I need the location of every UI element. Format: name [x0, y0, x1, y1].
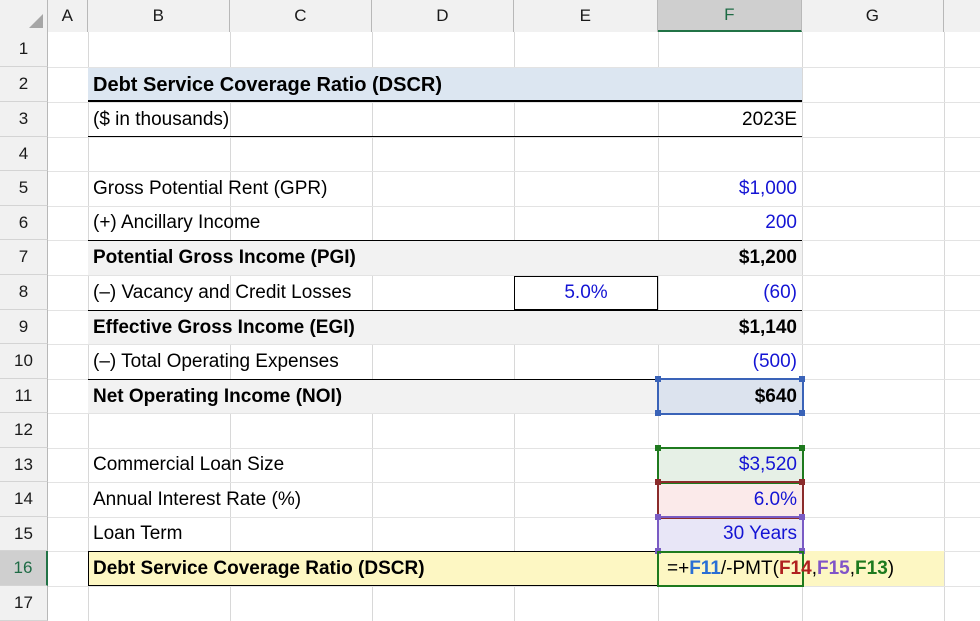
- row-label-opex: (–) Total Operating Expenses: [93, 350, 339, 372]
- formula-token-1: F11: [689, 557, 721, 579]
- row-header-10[interactable]: 10: [0, 344, 48, 379]
- formula-token-8: ): [887, 557, 895, 579]
- gridline-row-16-17: [48, 586, 980, 587]
- column-header-f[interactable]: F: [658, 0, 802, 32]
- select-all-corner[interactable]: [0, 0, 48, 32]
- row-value-noi[interactable]: $640: [659, 380, 802, 413]
- row-header-12[interactable]: 12: [0, 413, 48, 448]
- row-label-noi: Net Operating Income (NOI): [93, 385, 343, 407]
- period-header: 2023E: [742, 108, 797, 130]
- column-header-d[interactable]: D: [372, 0, 514, 32]
- row-label-ancillary-income: (+) Ancillary Income: [93, 212, 261, 233]
- row-label-loan-size: Commercial Loan Size: [93, 454, 285, 475]
- row-header-14[interactable]: 14: [0, 482, 48, 517]
- column-header-e[interactable]: E: [514, 0, 658, 32]
- row-header-5[interactable]: 5: [0, 171, 48, 206]
- formula-token-3: F14: [778, 557, 812, 579]
- row-header-9[interactable]: 9: [0, 310, 48, 344]
- row-value-pgi[interactable]: $1,200: [659, 241, 802, 275]
- handle-f14-tr[interactable]: [799, 479, 805, 485]
- row-value-gpr[interactable]: $1,000: [659, 171, 802, 206]
- row-label-dscr: Debt Service Coverage Ratio (DSCR): [93, 557, 425, 579]
- row-value-loan-term[interactable]: 30 Years: [659, 517, 802, 551]
- formula-edit-text[interactable]: =+ F11/-PMT(F14, F15, F13): [662, 551, 962, 586]
- formula-token-0: =+: [667, 557, 690, 579]
- row-header-13[interactable]: 13: [0, 448, 48, 482]
- row-label-gpr: Gross Potential Rent (GPR): [93, 177, 328, 199]
- row-header-16[interactable]: 16: [0, 551, 48, 586]
- handle-f11-br[interactable]: [799, 410, 805, 416]
- row-value-interest-rate[interactable]: 6.0%: [659, 482, 802, 517]
- vacancy-rate-value[interactable]: 5.0%: [514, 275, 658, 310]
- row-header-15[interactable]: 15: [0, 517, 48, 551]
- handle-f15-tl[interactable]: [655, 514, 661, 520]
- handle-f14-tl[interactable]: [655, 479, 661, 485]
- row-value-vacancy[interactable]: (60): [659, 275, 802, 310]
- gridline-col-f-g: [802, 32, 803, 621]
- handle-f13-tl[interactable]: [655, 445, 661, 451]
- row-value-loan-size[interactable]: $3,520: [659, 448, 802, 482]
- select-all-triangle-icon: [29, 14, 43, 28]
- row-label-pgi: Potential Gross Income (PGI): [93, 247, 356, 268]
- row-label-loan-term: Loan Term: [93, 523, 183, 544]
- row-header-1[interactable]: 1: [0, 32, 48, 67]
- row-header-11[interactable]: 11: [0, 379, 48, 413]
- handle-f13-tr[interactable]: [799, 445, 805, 451]
- gridline-row-11-12: [48, 413, 980, 414]
- row-label-vacancy: (–) Vacancy and Credit Losses: [93, 281, 352, 303]
- handle-f11-tr[interactable]: [799, 376, 805, 382]
- gridline-row-3-4: [48, 137, 980, 138]
- spreadsheet-grid[interactable]: A B C D E F G 1 2 3 4 5 6 7 8 9 10 11 12…: [0, 0, 980, 621]
- row-header-7[interactable]: 7: [0, 240, 48, 275]
- row-header-17[interactable]: 17: [0, 586, 48, 621]
- units-label: ($ in thousands): [93, 108, 230, 130]
- handle-f11-bl[interactable]: [655, 410, 661, 416]
- column-header-a[interactable]: A: [48, 0, 88, 32]
- row-header-6[interactable]: 6: [0, 206, 48, 240]
- column-header-h[interactable]: [944, 0, 980, 32]
- row-value-opex[interactable]: (500): [659, 344, 802, 379]
- column-header-b[interactable]: B: [88, 0, 230, 32]
- row-header-2[interactable]: 2: [0, 67, 48, 102]
- row-header-4[interactable]: 4: [0, 137, 48, 171]
- row-header-3[interactable]: 3: [0, 102, 48, 137]
- row-label-interest-rate: Annual Interest Rate (%): [93, 488, 302, 510]
- column-header-c[interactable]: C: [230, 0, 372, 32]
- formula-token-7: F13: [855, 557, 888, 579]
- handle-f11-tl[interactable]: [655, 376, 661, 382]
- row-value-ancillary-income[interactable]: 200: [659, 206, 802, 240]
- row-value-egi[interactable]: $1,140: [659, 311, 802, 344]
- handle-f15-bl[interactable]: [655, 548, 661, 554]
- handle-f15-tr[interactable]: [799, 514, 805, 520]
- formula-token-2: /-PMT(: [720, 557, 779, 579]
- column-header-g[interactable]: G: [802, 0, 944, 32]
- sheet-title: Debt Service Coverage Ratio (DSCR): [93, 73, 442, 96]
- row-label-egi: Effective Gross Income (EGI): [93, 316, 355, 338]
- gridline-col-g-h: [944, 32, 945, 621]
- row-header-8[interactable]: 8: [0, 275, 48, 310]
- formula-token-5: F15: [816, 557, 850, 579]
